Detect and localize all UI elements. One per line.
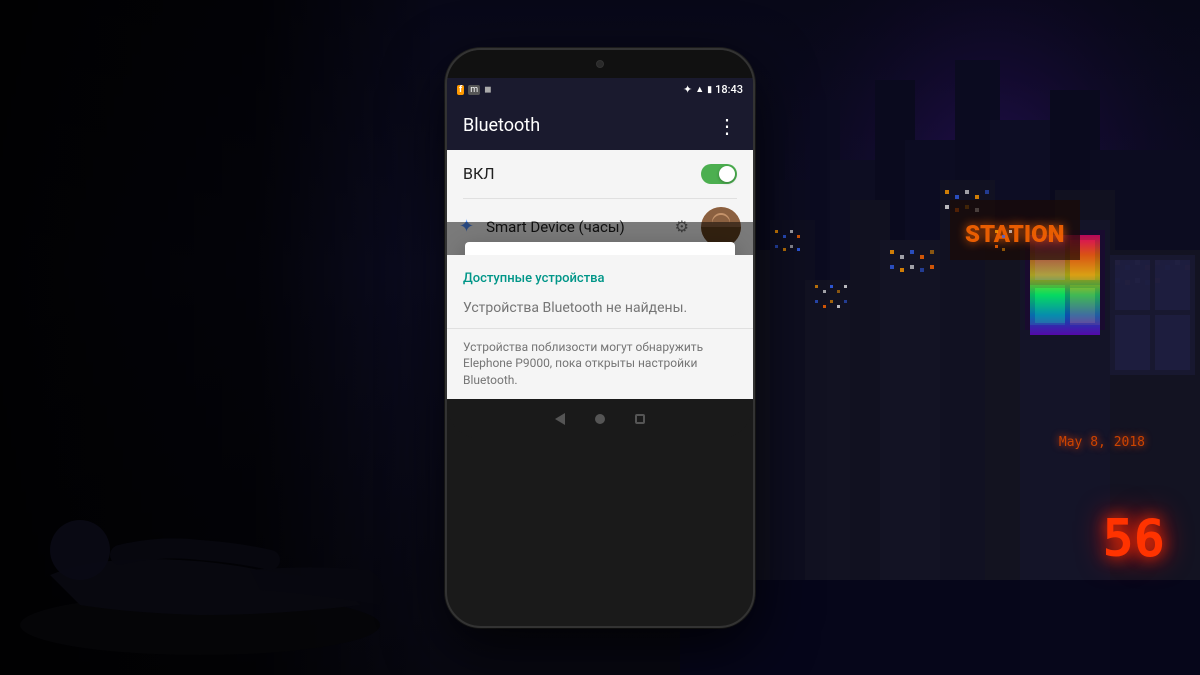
content-area: ВКЛ ✦ Smart Device (часы) ⚙ xyxy=(447,150,753,255)
phone-camera xyxy=(596,60,604,68)
clock-date-display: May 8, 2018 xyxy=(1059,431,1145,450)
phone-top-bar xyxy=(447,50,753,78)
signal-icon: ▲ xyxy=(695,84,704,95)
section-header: Доступные устройства xyxy=(447,255,753,292)
battery-icon: ▮ xyxy=(707,85,712,95)
app-bar: Bluetooth ⋮ xyxy=(447,102,753,150)
bluetooth-toggle-row[interactable]: ВКЛ xyxy=(447,150,753,198)
dialog-overlay: Подключиться к Mi Phone? Код подключения… xyxy=(447,222,753,255)
section-title: Доступные устройства xyxy=(463,271,605,286)
status-bar-left: f m ◼ xyxy=(457,85,492,95)
app-title: Bluetooth xyxy=(463,115,540,136)
toggle-label: ВКЛ xyxy=(463,164,495,183)
bluetooth-status-icon: ✦ xyxy=(683,83,692,96)
city-buildings: STATION xyxy=(680,0,1200,675)
svg-text:STATION: STATION xyxy=(965,220,1065,248)
notification-icon-2: m xyxy=(468,85,480,95)
available-devices-section: Доступные устройства Устройства Bluetoot… xyxy=(447,255,753,399)
bluetooth-pairing-dialog: Подключиться к Mi Phone? Код подключения… xyxy=(465,242,735,255)
clock-display: 56 xyxy=(1102,513,1165,565)
more-menu-button[interactable]: ⋮ xyxy=(717,114,737,138)
phone-device: f m ◼ ✦ ▲ ▮ 18:43 Bluetooth ⋮ ВКЛ xyxy=(445,48,755,628)
back-button[interactable] xyxy=(555,413,565,425)
info-text: Устройства поблизости могут обнаружить E… xyxy=(447,329,753,399)
status-bar-right: ✦ ▲ ▮ 18:43 xyxy=(683,83,743,96)
empty-devices-text: Устройства Bluetooth не найдены. xyxy=(447,292,753,328)
home-button[interactable] xyxy=(595,414,605,424)
notification-icon-1: f xyxy=(457,85,464,95)
person-silhouette xyxy=(0,275,420,675)
recents-button[interactable] xyxy=(635,414,645,424)
sim-icon: ◼ xyxy=(484,85,491,95)
phone-nav-bar xyxy=(447,399,753,439)
bluetooth-toggle[interactable] xyxy=(701,164,737,184)
clock-time: 18:43 xyxy=(715,83,743,96)
status-bar: f m ◼ ✦ ▲ ▮ 18:43 xyxy=(447,78,753,102)
phone-screen: f m ◼ ✦ ▲ ▮ 18:43 Bluetooth ⋮ ВКЛ xyxy=(445,48,755,628)
